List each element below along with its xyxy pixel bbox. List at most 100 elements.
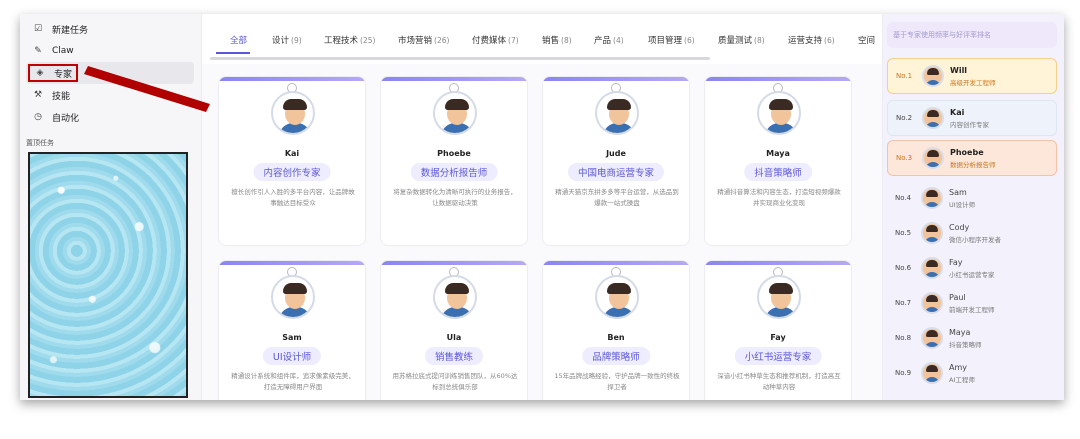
expert-name: Ula xyxy=(446,333,462,342)
avatar xyxy=(921,362,943,384)
claw-icon: ✎ xyxy=(34,46,42,56)
expert-card[interactable]: Phoebe 数据分析报告师 将复杂数据转化为清晰可执行的业务报告，让数据驱动决… xyxy=(380,76,528,246)
expert-name: Kai xyxy=(284,149,300,158)
rank-name: Amy xyxy=(949,362,967,372)
tab-design[interactable]: 设计 (9) xyxy=(272,34,302,46)
rank-role: 小红书运营专家 xyxy=(949,270,995,279)
avatar xyxy=(433,91,477,135)
rank-role: AI工程师 xyxy=(949,375,975,384)
tab-marketing[interactable]: 市场营销 (26) xyxy=(398,34,449,46)
tab-engineering[interactable]: 工程技术 (25) xyxy=(324,34,375,46)
rank-name: Fay xyxy=(949,257,963,267)
tab-qa[interactable]: 质量测试 (8) xyxy=(718,34,765,46)
expert-name: Maya xyxy=(766,149,790,158)
expert-card[interactable]: Maya 抖音策略师 精通抖音算法和内容生态，打造短视频爆款并实现商业化变现 xyxy=(704,76,852,246)
rank-name: Sam xyxy=(949,187,967,197)
expert-card[interactable]: Kai 内容创作专家 擅长创作引人入胜的多平台内容，让品牌故事触达目标受众 xyxy=(218,76,366,246)
rank-number: No.1 xyxy=(896,72,913,80)
leaderboard-row[interactable]: No.7 Paul 前端开发工程师 xyxy=(887,285,1057,321)
avatar xyxy=(922,107,944,129)
sidebar-item-new-task[interactable]: ☑ 新建任务 xyxy=(26,18,194,40)
rank-role: 微信小程序开发者 xyxy=(949,235,1001,244)
pinned-tasks-redacted xyxy=(28,152,188,398)
expert-description: 精通天猫京东拼多多等平台运营，从选品到爆款一站式操盘 xyxy=(555,188,679,207)
avatar xyxy=(921,222,943,244)
leaderboard-row[interactable]: No.3 Phoebe 数据分析报告师 xyxy=(887,140,1057,176)
highlight-box: ◈ 专家 xyxy=(28,64,79,82)
app-window: ☑ 新建任务 ✎ Claw ◈ 专家 ⚒ 技能 ◷ 自动化 置顶任务 全部 设计… xyxy=(20,14,1064,400)
expert-role-badge: 品牌策略师 xyxy=(582,347,650,365)
expert-card[interactable]: Fay 小红书运营专家 深谙小红书种草生态和推荐机制，打造高互动种草内容 xyxy=(704,260,852,400)
expert-card[interactable]: Ula 销售教练 用苏格拉底式提问训练销售团队，从60%达标到总统俱乐部 xyxy=(380,260,528,400)
avatar xyxy=(757,275,801,319)
expert-description: 擅长创作引人入胜的多平台内容，让品牌故事触达目标受众 xyxy=(231,188,355,207)
avatar xyxy=(595,275,639,319)
sidebar-item-label: Claw xyxy=(52,46,74,56)
tab-product[interactable]: 产品 (4) xyxy=(594,34,624,46)
sidebar-item-experts[interactable]: ◈ 专家 xyxy=(26,62,194,84)
expert-name: Fay xyxy=(770,333,786,342)
active-tab-indicator xyxy=(216,52,250,54)
expert-description: 用苏格拉底式提问训练销售团队，从60%达标到总统俱乐部 xyxy=(392,372,518,391)
expert-role-badge: 数据分析报告师 xyxy=(410,163,498,181)
tab-all[interactable]: 全部 xyxy=(230,34,247,46)
leaderboard-row[interactable]: No.4 Sam UI设计师 xyxy=(887,180,1057,216)
rank-role: UI设计师 xyxy=(949,200,976,209)
rank-role: 抖音策略师 xyxy=(949,340,982,349)
sidebar-item-claw[interactable]: ✎ Claw xyxy=(26,40,194,62)
sidebar-item-label: 自动化 xyxy=(52,113,80,124)
expert-role-badge: UI设计师 xyxy=(262,347,322,365)
avatar xyxy=(922,65,944,87)
avatar xyxy=(271,275,315,319)
expert-card[interactable]: Jude 中国电商运营专家 精通天猫京东拼多多等平台运营，从选品到爆款一站式操盘 xyxy=(542,76,690,246)
sidebar-item-skills[interactable]: ⚒ 技能 xyxy=(26,84,194,106)
expert-name: Jude xyxy=(606,149,626,158)
tab-operations[interactable]: 运营支持 (6) xyxy=(788,34,835,46)
rank-role: 数据分析报告师 xyxy=(950,160,996,169)
edit-square-icon: ☑ xyxy=(33,24,43,34)
expert-role-badge: 销售教练 xyxy=(424,347,484,365)
expert-description: 将复杂数据转化为清晰可执行的业务报告，让数据驱动决策 xyxy=(393,188,517,207)
rank-number: No.9 xyxy=(895,369,912,377)
rank-number: No.7 xyxy=(895,299,912,307)
expert-description: 精通抖音算法和内容生态，打造短视频爆款并实现商业化变现 xyxy=(717,188,841,207)
tab-project-management[interactable]: 项目管理 (6) xyxy=(648,34,695,46)
layers-icon: ◈ xyxy=(36,68,44,78)
clock-icon: ◷ xyxy=(34,112,42,122)
tab-paid-media[interactable]: 付费媒体 (7) xyxy=(472,34,519,46)
leaderboard-row[interactable]: No.6 Fay 小红书运营专家 xyxy=(887,250,1057,286)
rank-number: No.5 xyxy=(895,229,912,237)
expert-name: Sam xyxy=(282,333,302,342)
leaderboard-row[interactable]: No.5 Cody 微信小程序开发者 xyxy=(887,215,1057,251)
tabs-scrollbar[interactable] xyxy=(210,57,710,60)
expert-role-badge: 中国电商运营专家 xyxy=(567,163,665,181)
rank-name: Will xyxy=(950,65,968,75)
rank-number: No.2 xyxy=(896,114,913,122)
expert-role-badge: 抖音策略师 xyxy=(744,163,812,181)
leaderboard-row[interactable]: No.1 Will 高级开发工程师 xyxy=(887,58,1057,94)
expert-name: Phoebe xyxy=(437,149,471,158)
expert-description: 15年品牌战略经验，守护品牌一致性的终极捍卫者 xyxy=(554,372,680,391)
tab-space[interactable]: 空间 xyxy=(858,34,875,46)
sidebar: ☑ 新建任务 ✎ Claw ◈ 专家 ⚒ 技能 ◷ 自动化 置顶任务 xyxy=(20,14,202,400)
leaderboard-row[interactable]: No.8 Maya 抖音策略师 xyxy=(887,320,1057,356)
leaderboard-hint: 基于专家使用频率与好评率排名 xyxy=(887,22,1057,48)
expert-card[interactable]: Sam UI设计师 精通设计系统和组件库，追求像素级完美，打造无障碍用户界面 xyxy=(218,260,366,400)
avatar xyxy=(271,91,315,135)
sidebar-item-label: 专家 xyxy=(54,69,73,80)
category-tabs: 全部 设计 (9) 工程技术 (25) 市场营销 (26) 付费媒体 (7) 销售 (8)… xyxy=(202,14,882,62)
rank-number: No.4 xyxy=(895,194,912,202)
expert-role-badge: 小红书运营专家 xyxy=(734,347,822,365)
rank-number: No.3 xyxy=(896,154,913,162)
rank-name: Paul xyxy=(949,292,966,302)
expert-name: Ben xyxy=(607,333,625,342)
leaderboard-row[interactable]: No.9 Amy AI工程师 xyxy=(887,355,1057,391)
sidebar-item-label: 技能 xyxy=(52,91,71,102)
sidebar-item-automation[interactable]: ◷ 自动化 xyxy=(26,106,194,128)
expert-card[interactable]: Ben 品牌策略师 15年品牌战略经验，守护品牌一致性的终极捍卫者 xyxy=(542,260,690,400)
rank-name: Cody xyxy=(949,222,970,232)
leaderboard-row[interactable]: No.2 Kai 内容创作专家 xyxy=(887,100,1057,136)
pinned-section-label: 置顶任务 xyxy=(26,139,54,147)
rank-number: No.6 xyxy=(895,264,912,272)
tab-sales[interactable]: 销售 (8) xyxy=(542,34,572,46)
